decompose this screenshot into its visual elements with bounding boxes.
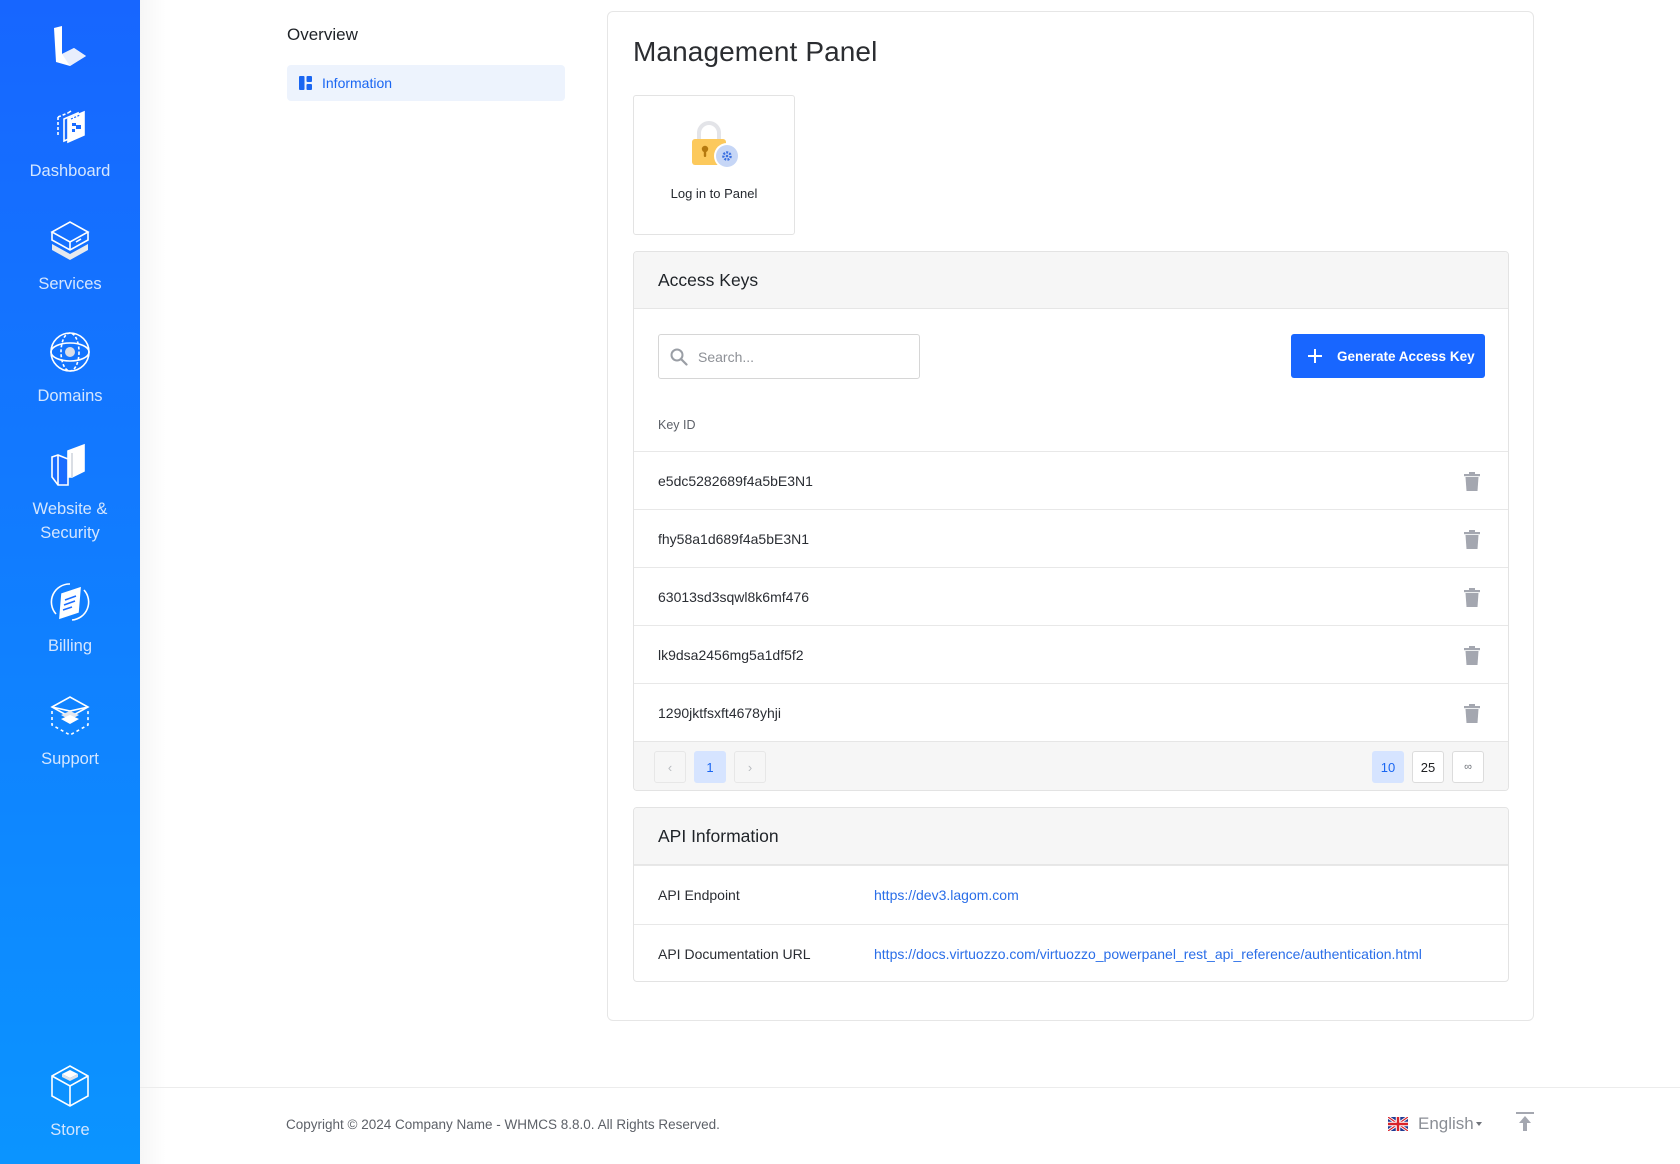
trash-icon[interactable] bbox=[1464, 472, 1480, 491]
api-information-panel: API Information API Endpoint https://dev… bbox=[633, 807, 1509, 982]
sidebar-item-label: Services bbox=[38, 275, 102, 293]
login-to-panel-tile[interactable]: Log in to Panel bbox=[633, 95, 795, 235]
sidebar-item-billing[interactable]: Billing bbox=[0, 580, 140, 658]
pagination-bar: ‹ 1 › 10 25 ∞ bbox=[634, 741, 1508, 790]
uk-flag-icon bbox=[1388, 1117, 1408, 1131]
sidebar-item-label: Dashboard bbox=[29, 162, 111, 180]
sidebar-item-store[interactable]: Store bbox=[0, 1064, 140, 1142]
generate-access-key-button[interactable]: Generate Access Key bbox=[1291, 334, 1485, 378]
language-label: English bbox=[1418, 1114, 1474, 1133]
label-line-2: Security bbox=[40, 524, 100, 542]
search-field[interactable] bbox=[658, 334, 920, 379]
api-endpoint-label: API Endpoint bbox=[658, 887, 740, 903]
table-row: lk9dsa2456mg5a1df5f2 bbox=[634, 625, 1508, 683]
logo-icon[interactable] bbox=[48, 24, 92, 68]
trash-icon[interactable] bbox=[1464, 588, 1480, 607]
support-icon bbox=[50, 696, 90, 736]
billing-icon bbox=[50, 583, 90, 621]
caret-down-icon bbox=[1475, 1122, 1482, 1126]
key-id: lk9dsa2456mg5a1df5f2 bbox=[658, 646, 804, 663]
access-keys-header: Access Keys bbox=[634, 252, 1508, 309]
table-row: e5dc5282689f4a5bE3N1 bbox=[634, 451, 1508, 509]
pagination-next-button[interactable]: › bbox=[734, 751, 766, 783]
key-id: fhy58a1d689f4a5bE3N1 bbox=[658, 530, 810, 547]
sidebar-item-label: Store bbox=[50, 1121, 90, 1139]
generate-access-key-label: Generate Access Key bbox=[1337, 348, 1475, 364]
trash-icon[interactable] bbox=[1464, 704, 1480, 723]
dashboard-icon bbox=[57, 110, 85, 144]
store-icon bbox=[51, 1065, 89, 1107]
login-tile-label: Log in to Panel bbox=[670, 186, 758, 201]
language-selector[interactable]: English bbox=[1388, 1114, 1482, 1134]
sidebar-item-label: Domains bbox=[37, 387, 103, 405]
globe-icon bbox=[50, 332, 90, 372]
key-id: e5dc5282689f4a5bE3N1 bbox=[658, 472, 813, 489]
api-information-header: API Information bbox=[634, 808, 1508, 865]
sidebar-item-dashboard[interactable]: Dashboard bbox=[0, 105, 140, 183]
secondary-nav-item-information[interactable]: Information bbox=[287, 65, 565, 101]
api-information-title: API Information bbox=[658, 825, 779, 846]
search-icon bbox=[670, 348, 688, 366]
sidebar-item-label: Billing bbox=[47, 637, 93, 655]
search-input[interactable] bbox=[698, 348, 898, 365]
pagination-page-button[interactable]: 1 bbox=[694, 751, 726, 783]
page-size-25-button[interactable]: 25 bbox=[1412, 751, 1444, 783]
column-header-key-id[interactable]: Key ID bbox=[658, 418, 696, 432]
lock-gear-icon bbox=[692, 121, 740, 169]
sidebar-item-services[interactable]: Services bbox=[0, 218, 140, 296]
sidebar-item-website-security[interactable]: Website & Security bbox=[0, 443, 140, 545]
page-size-all-button[interactable]: ∞ bbox=[1452, 751, 1484, 783]
sidebar-item-support[interactable]: Support bbox=[0, 693, 140, 771]
dashboard-grid-icon bbox=[299, 76, 312, 90]
website-security-icon bbox=[51, 443, 85, 486]
table-row: 1290jktfsxft4678yhji bbox=[634, 683, 1508, 741]
page-title: Management Panel bbox=[633, 36, 878, 67]
pagination-prev-button[interactable]: ‹ bbox=[654, 751, 686, 783]
sidebar-item-label: Website & Security bbox=[0, 497, 140, 545]
label-line-1: Website & bbox=[32, 500, 108, 518]
api-info-row: API Documentation URL https://docs.virtu… bbox=[634, 924, 1508, 981]
trash-icon[interactable] bbox=[1464, 530, 1480, 549]
secondary-nav-label: Information bbox=[322, 75, 393, 91]
sidebar-item-label: Support bbox=[41, 750, 99, 768]
back-to-top-icon[interactable] bbox=[1515, 1112, 1535, 1132]
services-icon bbox=[50, 221, 90, 260]
key-id: 63013sd3sqwl8k6mf476 bbox=[658, 588, 809, 605]
footer-divider bbox=[140, 1087, 1680, 1088]
main-sidebar: Dashboard Services Domains Website & Secu… bbox=[0, 0, 140, 1164]
trash-icon[interactable] bbox=[1464, 646, 1480, 665]
sidebar-item-domains[interactable]: Domains bbox=[0, 330, 140, 408]
table-row: fhy58a1d689f4a5bE3N1 bbox=[634, 509, 1508, 567]
api-info-row: API Endpoint https://dev3.lagom.com bbox=[634, 865, 1508, 924]
access-keys-table: e5dc5282689f4a5bE3N1 fhy58a1d689f4a5bE3N… bbox=[634, 451, 1508, 741]
plus-icon bbox=[1308, 349, 1322, 363]
key-id: 1290jktfsxft4678yhji bbox=[658, 704, 781, 721]
content-shadow bbox=[140, 0, 166, 1164]
footer-copyright: Copyright © 2024 Company Name - WHMCS 8.… bbox=[286, 1117, 720, 1132]
secondary-nav-title: Overview bbox=[287, 25, 358, 44]
table-row: 63013sd3sqwl8k6mf476 bbox=[634, 567, 1508, 625]
api-documentation-label: API Documentation URL bbox=[658, 946, 811, 962]
access-keys-title: Access Keys bbox=[658, 269, 759, 290]
management-panel-card: Management Panel Log in to Panel Access … bbox=[607, 11, 1534, 1021]
access-keys-panel: Access Keys Generate Access Key Key ID e… bbox=[633, 251, 1509, 791]
api-documentation-link[interactable]: https://docs.virtuozzo.com/virtuozzo_pow… bbox=[874, 946, 1422, 962]
page-size-10-button[interactable]: 10 bbox=[1372, 751, 1404, 783]
api-endpoint-link[interactable]: https://dev3.lagom.com bbox=[874, 887, 1019, 903]
